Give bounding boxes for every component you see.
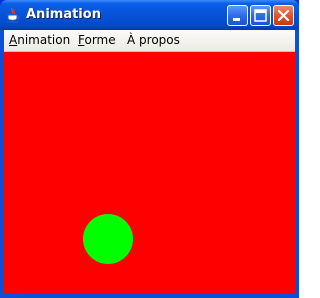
close-icon xyxy=(277,9,290,22)
title-bar[interactable]: Animation xyxy=(0,0,299,30)
menu-animation-label: nimation xyxy=(17,33,71,47)
minimize-icon xyxy=(233,18,240,21)
menu-a-propos-label: propos xyxy=(135,33,180,47)
menu-forme-label: orme xyxy=(84,33,116,47)
maximize-button[interactable] xyxy=(250,5,271,26)
close-button[interactable] xyxy=(273,5,294,26)
menu-animation[interactable]: Animation xyxy=(9,33,70,48)
window-border-bottom xyxy=(0,294,299,298)
menu-animation-mnemonic: A xyxy=(9,33,18,47)
menu-bar: Animation Forme À propos xyxy=(4,30,295,52)
green-ball xyxy=(83,214,133,264)
window-border-right xyxy=(295,30,299,298)
menu-a-propos-first: À xyxy=(127,33,136,47)
java-cup-icon[interactable] xyxy=(6,7,20,23)
animation-canvas[interactable] xyxy=(4,52,295,294)
maximize-icon xyxy=(254,9,267,22)
menu-forme[interactable]: Forme xyxy=(78,33,116,48)
application-window: Animation Animation Forme À propos xyxy=(0,0,299,298)
minimize-button[interactable] xyxy=(227,5,248,26)
window-title: Animation xyxy=(26,7,101,22)
menu-a-propos[interactable]: À propos xyxy=(127,33,180,48)
